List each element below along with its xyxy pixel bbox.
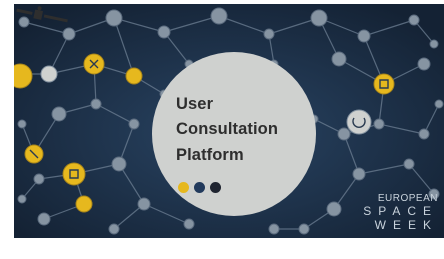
title-line-1: User bbox=[176, 95, 214, 113]
title-line-2: Consultation bbox=[176, 120, 279, 138]
brand-space: SPACE bbox=[363, 204, 438, 218]
black-dot bbox=[210, 182, 221, 193]
yellow-dot bbox=[178, 182, 189, 193]
satellite-icon bbox=[16, 6, 68, 23]
space-network-background: User Consultation Platform EUROPEAN SPAC… bbox=[14, 4, 444, 238]
navy-dot bbox=[194, 182, 205, 193]
title-line-3: Platform bbox=[176, 146, 244, 164]
brand-week: WEEK bbox=[374, 218, 438, 232]
banner-image: User Consultation Platform EUROPEAN SPAC… bbox=[0, 0, 444, 259]
brand-european: EUROPEAN bbox=[377, 193, 438, 204]
